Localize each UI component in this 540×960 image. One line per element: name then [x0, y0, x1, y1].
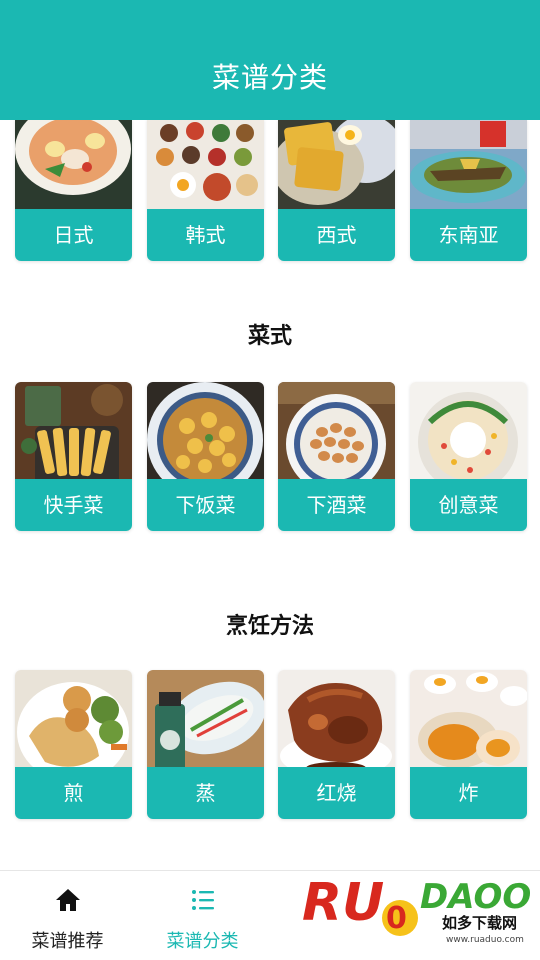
category-card-braise[interactable]: 红烧 — [278, 670, 395, 819]
svg-text:RU: RU — [302, 873, 384, 933]
category-card-snack-with-wine[interactable]: 下酒菜 — [278, 382, 395, 531]
category-label: 蒸 — [147, 767, 264, 819]
category-label: 东南亚 — [410, 209, 527, 261]
category-card-japanese[interactable]: 日式 — [15, 120, 132, 261]
category-card-western[interactable]: 西式 — [278, 120, 395, 261]
svg-text:0: 0 — [386, 901, 407, 936]
category-label: 西式 — [278, 209, 395, 261]
app-header: 菜谱分类 — [0, 0, 540, 120]
list-icon — [190, 887, 216, 913]
korean-food-image — [147, 120, 264, 209]
category-card-creative-dish[interactable]: 创意菜 — [410, 382, 527, 531]
svg-text:DAOO: DAOO — [420, 877, 530, 917]
tab-label: 菜谱推荐 — [31, 931, 104, 952]
category-label: 快手菜 — [15, 479, 132, 531]
western-food-image — [278, 120, 395, 209]
category-card-rice-dish[interactable]: 下饭菜 — [147, 382, 264, 531]
page-title: 菜谱分类 — [211, 61, 328, 94]
category-card-korean[interactable]: 韩式 — [147, 120, 264, 261]
southeast-asian-food-image — [410, 120, 527, 209]
category-label: 下酒菜 — [278, 479, 395, 531]
category-label: 煎 — [15, 767, 132, 819]
category-label: 下饭菜 — [147, 479, 264, 531]
tab-recipe-recommend[interactable]: 菜谱推荐 — [0, 871, 135, 960]
tab-recipe-category[interactable]: 菜谱分类 — [135, 871, 270, 960]
tab-label: 菜谱分类 — [166, 931, 239, 952]
category-card-southeast-asian[interactable]: 东南亚 — [410, 120, 527, 261]
home-icon — [55, 887, 81, 913]
category-content[interactable]: 日式 韩式 西式 东南亚 菜式 快手菜 下饭菜 下酒菜 创意菜 烹饪方法 煎 蒸… — [0, 120, 540, 870]
category-card-quick-dish[interactable]: 快手菜 — [15, 382, 132, 531]
svg-text:如多下载网: 如多下载网 — [442, 914, 517, 932]
svg-text:www.ruaduo.com: www.ruaduo.com — [446, 935, 524, 945]
section-title-cooking-method: 烹饪方法 — [225, 614, 314, 639]
section-title-dish-style: 菜式 — [247, 324, 292, 349]
category-card-deep-fry[interactable]: 炸 — [410, 670, 527, 819]
japanese-food-image — [15, 120, 132, 209]
category-label: 韩式 — [147, 209, 264, 261]
watermark-logo: RU 0 DAOO 如多下载网 www.ruaduo.com — [300, 868, 531, 948]
category-label: 创意菜 — [410, 479, 527, 531]
category-label: 炸 — [410, 767, 527, 819]
category-label: 红烧 — [278, 767, 395, 819]
category-card-pan-fry[interactable]: 煎 — [15, 670, 132, 819]
category-card-steam[interactable]: 蒸 — [147, 670, 264, 819]
category-label: 日式 — [15, 209, 132, 261]
